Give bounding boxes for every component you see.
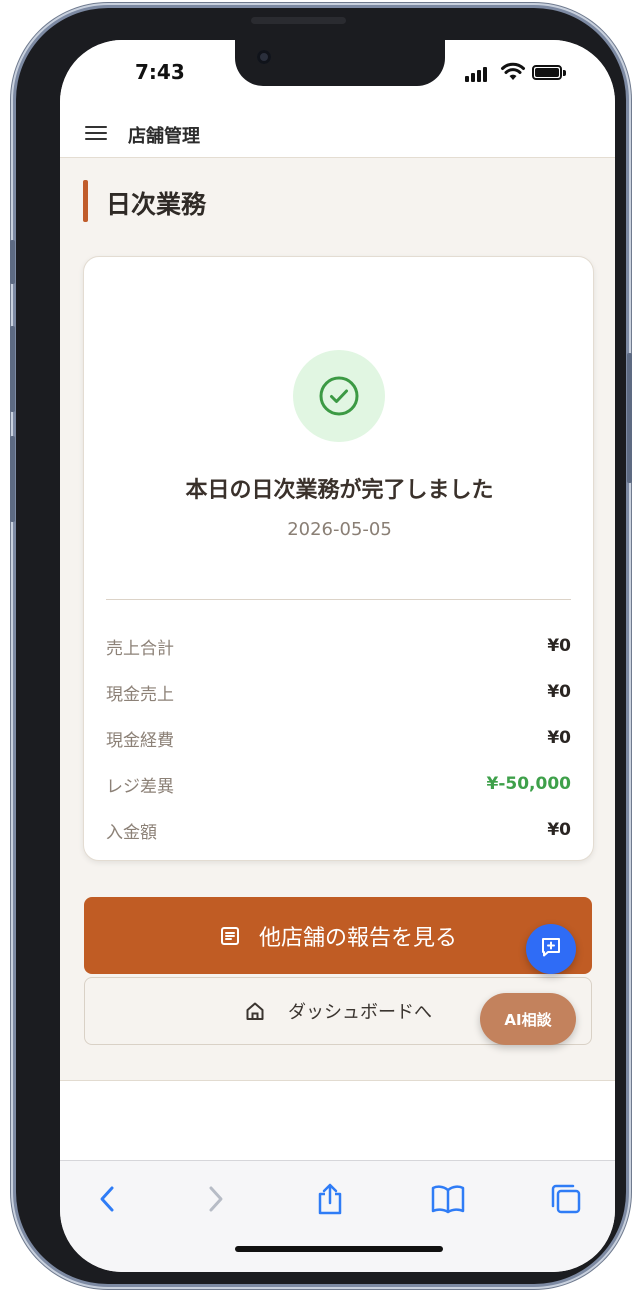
volume-up-button bbox=[10, 326, 15, 412]
summary-row-sales-total: 売上合計 ¥0 bbox=[106, 623, 571, 669]
document-list-icon bbox=[219, 925, 241, 947]
forward-icon[interactable] bbox=[198, 1181, 234, 1217]
back-icon[interactable] bbox=[89, 1181, 125, 1217]
completion-date: 2026-05-05 bbox=[287, 519, 392, 540]
app-title: 店舗管理 bbox=[128, 126, 200, 147]
battery-cap bbox=[563, 70, 566, 76]
home-icon bbox=[244, 1000, 266, 1022]
summary-value-difference: ¥-50,000 bbox=[486, 774, 572, 794]
chat-fab-button[interactable] bbox=[526, 924, 576, 974]
summary-value: ¥0 bbox=[547, 682, 571, 702]
summary-label: レジ差異 bbox=[106, 776, 174, 797]
summary-label: 売上合計 bbox=[106, 638, 174, 659]
summary-value: ¥0 bbox=[547, 636, 571, 656]
volume-down-button bbox=[10, 436, 15, 522]
summary-row-cash-sales: 現金売上 ¥0 bbox=[106, 669, 571, 715]
ai-consult-button[interactable]: AI相談 bbox=[480, 993, 576, 1045]
tabs-icon[interactable] bbox=[548, 1181, 584, 1217]
summary-list: 売上合計 ¥0 現金売上 ¥0 現金経費 ¥0 レジ差異 ¥-50,000 入金… bbox=[106, 623, 571, 853]
completion-card: 本日の日次業務が完了しました 2026-05-05 売上合計 ¥0 現金売上 ¥… bbox=[83, 256, 594, 861]
wifi-icon bbox=[500, 62, 526, 86]
cellular-signal-icon bbox=[465, 67, 487, 82]
phone-frame: 7:43 店舗管理 日次業務 本日の日次業務が完了しました 2026-05-05… bbox=[10, 8, 632, 1284]
status-time: 7:43 bbox=[135, 60, 185, 84]
hamburger-icon[interactable] bbox=[85, 122, 107, 142]
screen: 7:43 店舗管理 日次業務 本日の日次業務が完了しました 2026-05-05… bbox=[60, 40, 615, 1272]
page-title: 日次業務 bbox=[106, 190, 207, 219]
page-bottom-area bbox=[60, 1081, 615, 1161]
browser-toolbar bbox=[60, 1160, 615, 1272]
earpiece-speaker bbox=[251, 17, 346, 24]
summary-value: ¥0 bbox=[547, 820, 571, 840]
summary-label: 入金額 bbox=[106, 822, 157, 843]
summary-row-deposit-amount: 入金額 ¥0 bbox=[106, 807, 571, 853]
view-reports-label: 他店舗の報告を見る bbox=[258, 925, 457, 951]
dashboard-label: ダッシュボードへ bbox=[288, 1002, 432, 1023]
summary-label: 現金経費 bbox=[106, 730, 174, 751]
notch bbox=[235, 40, 445, 86]
view-other-store-reports-button[interactable]: 他店舗の報告を見る bbox=[84, 897, 592, 974]
summary-row-cash-expenses: 現金経費 ¥0 bbox=[106, 715, 571, 761]
battery-icon bbox=[532, 65, 562, 80]
check-circle-icon bbox=[293, 350, 385, 442]
chat-plus-icon bbox=[539, 935, 563, 963]
bookmarks-icon[interactable] bbox=[430, 1181, 466, 1217]
mute-switch bbox=[10, 240, 15, 284]
summary-row-register-difference: レジ差異 ¥-50,000 bbox=[106, 761, 571, 807]
home-indicator bbox=[235, 1246, 443, 1252]
front-camera bbox=[257, 50, 271, 64]
app-header: 店舗管理 bbox=[60, 110, 615, 158]
page-title-accent bbox=[83, 180, 88, 222]
completion-message: 本日の日次業務が完了しました bbox=[185, 478, 494, 503]
summary-label: 現金売上 bbox=[106, 684, 174, 705]
divider bbox=[106, 599, 571, 600]
power-button bbox=[627, 353, 632, 483]
summary-value: ¥0 bbox=[547, 728, 571, 748]
share-icon[interactable] bbox=[312, 1181, 348, 1217]
